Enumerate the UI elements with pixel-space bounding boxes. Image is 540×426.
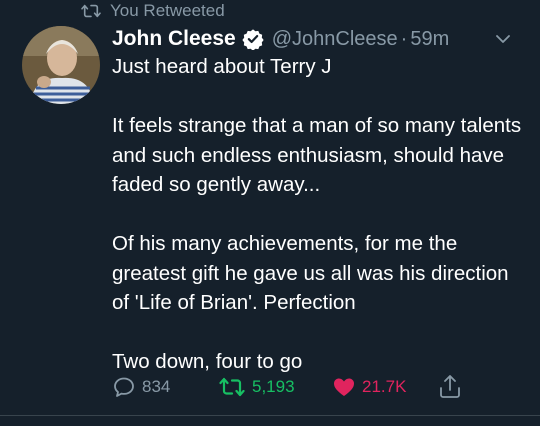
retweet-count: 5,193 — [252, 377, 295, 396]
retweet-button[interactable]: 5,193 — [218, 372, 295, 402]
tweet-timestamp[interactable]: 59m — [410, 28, 449, 51]
reply-count: 834 — [142, 377, 171, 396]
chevron-down-icon[interactable] — [492, 28, 514, 50]
retweet-context-label: You Retweeted — [110, 1, 225, 20]
author-handle[interactable]: @JohnCleese — [272, 28, 398, 51]
separator-dot: · — [400, 27, 408, 50]
like-button[interactable]: 21.7K — [332, 372, 406, 402]
verified-badge-icon — [242, 28, 264, 50]
tweet-paragraph: Just heard about Terry J — [112, 55, 332, 78]
retweet-icon — [81, 4, 101, 18]
avatar[interactable] — [22, 26, 100, 104]
tweet-divider — [0, 415, 540, 416]
share-icon — [440, 375, 460, 398]
tweet-text: Just heard about Terry J It feels strang… — [112, 52, 522, 377]
tweet-paragraph: It feels strange that a man of so many t… — [112, 114, 522, 196]
tweet-actions: 834 5,193 21.7K — [112, 372, 482, 402]
tweet-paragraph: Of his many achievements, for me the gre… — [112, 232, 509, 314]
like-count: 21.7K — [362, 377, 407, 396]
retweet-context: You Retweeted — [80, 0, 225, 22]
tweet-header: John Cleese @JohnCleese · 59m — [112, 24, 520, 54]
heart-icon — [334, 378, 354, 396]
retweet-icon — [219, 377, 245, 397]
reply-button[interactable]: 834 — [112, 372, 170, 402]
reply-icon — [114, 377, 134, 397]
share-button[interactable] — [438, 372, 462, 402]
author-name[interactable]: John Cleese — [112, 27, 236, 51]
